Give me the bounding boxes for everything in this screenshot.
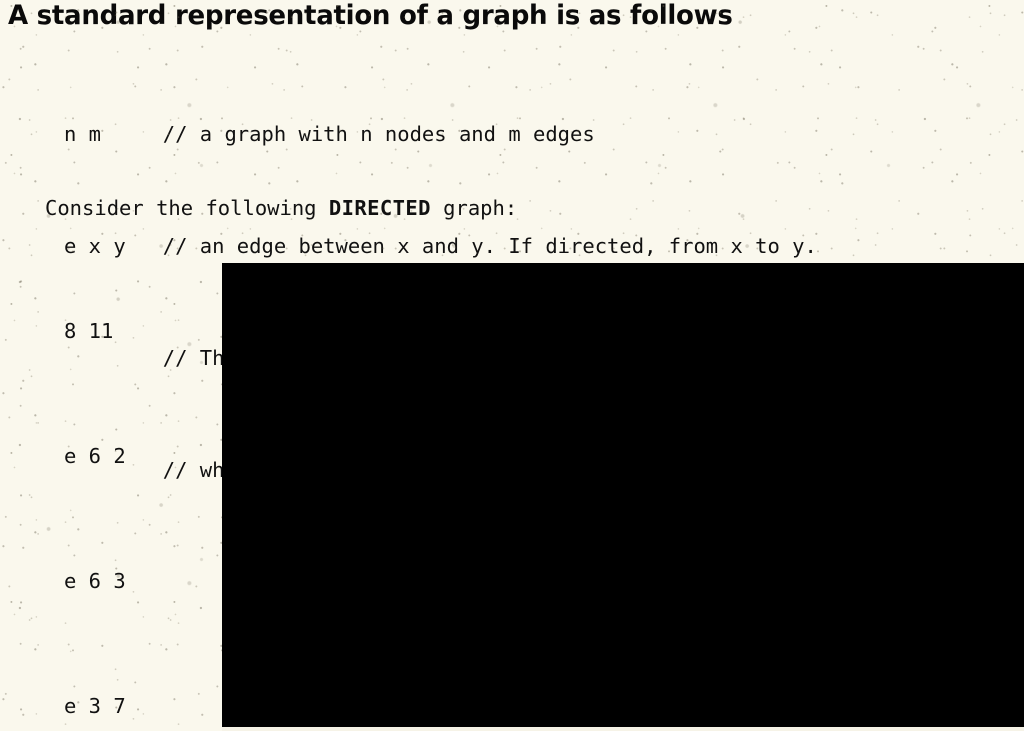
directed-keyword: DIRECTED — [328, 196, 431, 220]
directed-graph-diagram — [222, 263, 1024, 727]
consider-suffix: graph: — [430, 196, 518, 220]
edge-list-item: e 6 3 — [64, 568, 126, 593]
spec-line: n m // a graph with n nodes and m edges — [64, 121, 595, 146]
slide-canvas: A standard representation of a graph is … — [0, 0, 1024, 731]
graph-edge-list: 8 11 e 6 2 e 6 3 e 3 7 e 7 2 e 2 5 e 7 1… — [0, 228, 126, 731]
edge-list-item: e 3 7 — [64, 693, 126, 718]
scan-edge-strip — [222, 727, 1024, 731]
edge-list-item: e 6 2 — [64, 443, 126, 468]
page-title: A standard representation of a graph is … — [8, 0, 733, 31]
consider-prefix: Consider the following — [45, 196, 329, 220]
graph-size-header: 8 11 — [64, 319, 114, 344]
consider-directed-graph-line: Consider the following DIRECTED graph: — [0, 193, 517, 223]
